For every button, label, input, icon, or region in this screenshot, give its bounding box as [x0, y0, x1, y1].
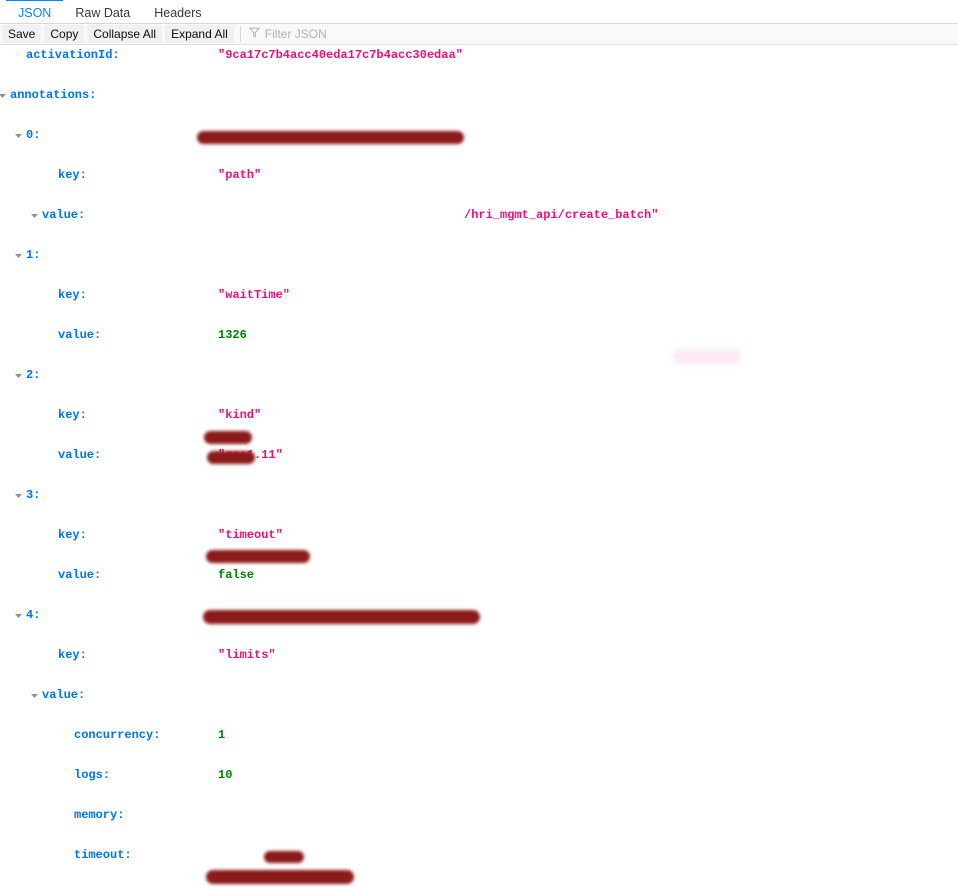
expand-all-button[interactable]: Expand All: [165, 25, 234, 43]
json-row[interactable]: value: 1326: [0, 325, 958, 345]
collapse-all-button[interactable]: Collapse All: [87, 25, 163, 43]
json-row[interactable]: value: "go:1.11": [0, 445, 958, 465]
json-key: concurrency:: [74, 728, 161, 742]
chevron-down-icon[interactable]: [12, 245, 24, 265]
save-button[interactable]: Save: [2, 25, 42, 43]
filter-funnel-icon: [248, 25, 261, 43]
tab-headers[interactable]: Headers: [142, 0, 213, 24]
json-row[interactable]: key: "timeout": [0, 525, 958, 545]
json-value: 1326: [218, 328, 247, 342]
json-key: key:: [58, 648, 87, 662]
json-value: 1: [218, 728, 226, 742]
json-row[interactable]: concurrency: 1: [0, 725, 958, 745]
chevron-down-icon[interactable]: [12, 125, 24, 145]
json-key: annotations:: [10, 88, 97, 102]
json-row[interactable]: timeout:: [0, 845, 958, 865]
json-row[interactable]: 3:: [0, 485, 958, 505]
json-value: "limits": [218, 648, 276, 662]
filter-json-placeholder: Filter JSON: [264, 27, 327, 41]
chevron-down-icon[interactable]: [28, 205, 40, 225]
json-key: value:: [58, 568, 102, 582]
chevron-down-icon[interactable]: [12, 885, 24, 887]
limits-key-soft-redaction: [673, 349, 740, 364]
json-key: value:: [58, 328, 102, 342]
end-value-redaction: [206, 550, 310, 563]
json-row[interactable]: 5:: [0, 885, 958, 887]
json-key: 1:: [26, 248, 41, 262]
chevron-down-icon[interactable]: [12, 605, 24, 625]
tab-json-label: JSON: [18, 5, 52, 20]
json-value: /hri_mgmt_api/create_batch": [464, 208, 659, 222]
chevron-down-icon[interactable]: [12, 365, 24, 385]
devtools-tab-bar: JSON Raw Data Headers: [0, 0, 958, 24]
json-row[interactable]: logs: 10: [0, 765, 958, 785]
json-row[interactable]: key: "waitTime": [0, 285, 958, 305]
json-value: "path": [218, 168, 262, 182]
json-row[interactable]: memory:: [0, 805, 958, 825]
json-row[interactable]: value: false: [0, 565, 958, 585]
json-key: key:: [58, 168, 87, 182]
json-key: key:: [58, 288, 87, 302]
json-key: activationId:: [26, 48, 120, 62]
subject-value-redaction: [206, 870, 354, 884]
json-key: value:: [42, 208, 86, 222]
tab-raw-data[interactable]: Raw Data: [63, 0, 142, 24]
chevron-down-icon[interactable]: [12, 485, 24, 505]
json-row[interactable]: value:: [0, 685, 958, 705]
json-row[interactable]: key: "kind": [0, 405, 958, 425]
json-key: memory:: [74, 808, 125, 822]
json-key: key:: [58, 528, 87, 542]
json-row[interactable]: key: "limits": [0, 645, 958, 665]
json-row[interactable]: 1:: [0, 245, 958, 265]
json-tree-panel[interactable]: activationId: "9ca17c7b4acc40eda17c7b4acc…: [0, 45, 958, 887]
memory-value-redaction: [204, 431, 252, 444]
json-key: value:: [58, 448, 102, 462]
toolbar-separator: [239, 26, 241, 42]
json-row[interactable]: 0:: [0, 125, 958, 145]
json-row[interactable]: 4:: [0, 605, 958, 625]
json-key: value:: [42, 688, 86, 702]
json-row[interactable]: 2:: [0, 365, 958, 385]
json-row[interactable]: annotations:: [0, 85, 958, 105]
tab-headers-label: Headers: [154, 5, 202, 20]
json-row[interactable]: key: "path": [0, 165, 958, 185]
json-key: 5:: [26, 885, 40, 887]
json-value: false: [218, 568, 255, 582]
json-viewer-toolbar: Save Copy Collapse All Expand All Filter…: [0, 24, 958, 45]
json-key: 0:: [26, 128, 41, 142]
json-value: "waitTime": [218, 288, 291, 302]
chevron-down-icon[interactable]: [28, 685, 40, 705]
json-value: "kind": [218, 408, 262, 422]
tab-json[interactable]: JSON: [6, 0, 64, 24]
json-key: 2:: [26, 368, 41, 382]
json-value: "9ca17c7b4acc40eda17c7b4acc30edaa": [218, 48, 463, 62]
chevron-down-icon[interactable]: [0, 85, 8, 105]
json-value: 10: [218, 768, 233, 782]
json-row[interactable]: activationId: "9ca17c7b4acc40eda17c7b4acc…: [0, 45, 958, 65]
json-value: "timeout": [218, 528, 283, 542]
copy-button[interactable]: Copy: [44, 25, 85, 43]
json-key: timeout:: [74, 848, 132, 862]
json-key: logs:: [74, 768, 111, 782]
json-key: 4:: [26, 608, 41, 622]
json-value: "go:1.11": [218, 448, 283, 462]
filter-json-input[interactable]: Filter JSON: [247, 25, 956, 43]
json-row[interactable]: value: /hri_mgmt_api/create_batch": [0, 205, 958, 225]
tab-raw-data-label: Raw Data: [75, 5, 131, 20]
json-key: key:: [58, 408, 87, 422]
json-key: 3:: [26, 488, 41, 502]
